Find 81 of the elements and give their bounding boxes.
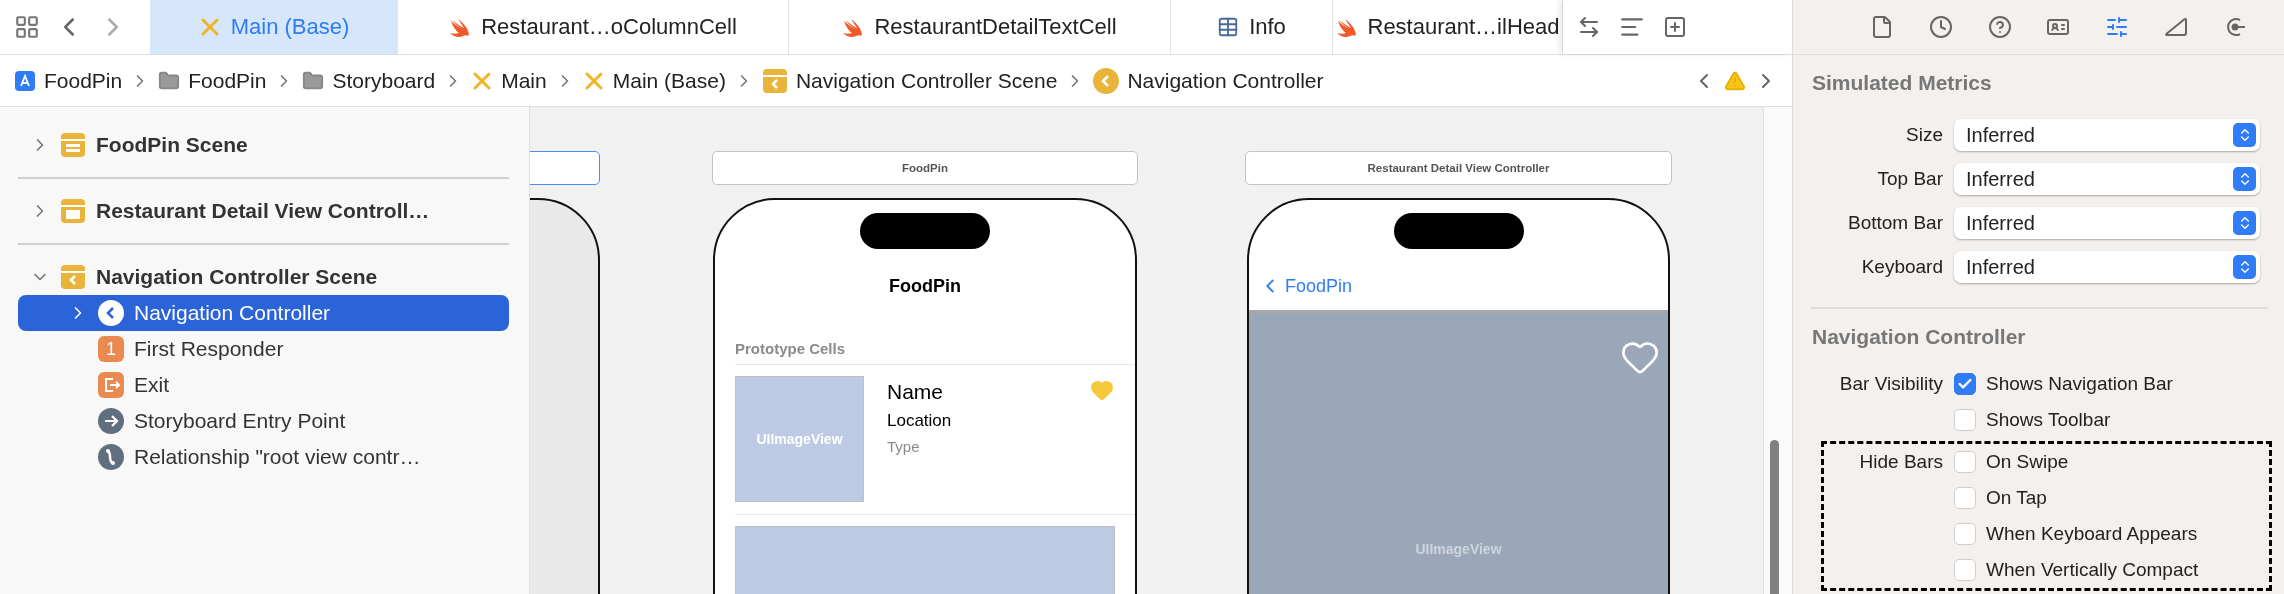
breadcrumb-item[interactable]: FoodPin xyxy=(14,68,123,93)
field-label: Bottom Bar xyxy=(1846,212,1944,234)
bird-icon xyxy=(449,17,472,37)
section-header: Prototype Cells xyxy=(735,340,846,357)
clapperboard-icon xyxy=(60,198,86,224)
app-icon xyxy=(14,69,36,92)
field-label: Top Bar xyxy=(1876,168,1944,190)
checkbox[interactable] xyxy=(1954,409,1976,431)
nav-title: FoodPin xyxy=(888,276,962,297)
scene-label[interactable]: Restaurant Detail View Controller xyxy=(1245,151,1672,185)
checkbox-label: Shows Navigation Bar xyxy=(1986,373,2173,395)
breadcrumb-item[interactable]: Navigation Controller Scene xyxy=(761,67,1058,94)
outline-item[interactable]: Navigation Controller Scene xyxy=(18,259,509,295)
checkbox[interactable] xyxy=(1954,451,1976,473)
editor-tab[interactable]: Restaurant…oColumnCell xyxy=(398,0,789,54)
outline-item[interactable]: Storyboard Entry Point xyxy=(18,403,509,439)
breadcrumb-item[interactable]: Main (Base) xyxy=(582,68,726,93)
back-button[interactable]: FoodPin xyxy=(1259,275,1353,297)
checkbox[interactable] xyxy=(1954,487,1976,509)
popup-button[interactable]: Inferred xyxy=(1954,163,2260,195)
breadcrumb-item[interactable]: Navigation Controller xyxy=(1093,67,1324,94)
outline-item[interactable]: Navigation Controller xyxy=(18,295,509,331)
clapperboard-icon xyxy=(761,67,788,94)
clapperboard-icon xyxy=(60,132,86,158)
checkbox-label: When Keyboard Appears xyxy=(1986,523,2198,545)
back-chevron-icon xyxy=(1093,67,1120,94)
ruler-triangle-icon xyxy=(2163,15,2188,39)
inspector-tab[interactable] xyxy=(2163,15,2188,39)
checkbox-label: Shows Toolbar xyxy=(1986,409,2111,431)
popup-button[interactable]: Inferred xyxy=(1954,119,2260,151)
image-view: UIImageView xyxy=(735,376,864,502)
help-icon xyxy=(1987,15,2012,39)
cell-detail: Type xyxy=(887,438,920,455)
breadcrumb-item[interactable]: Storyboard xyxy=(302,68,436,93)
inspector-tab[interactable] xyxy=(2105,15,2130,39)
checkbox-label: On Swipe xyxy=(1986,451,2069,473)
outline-item[interactable]: Relationship "root view contr… xyxy=(18,439,509,475)
section-title: Navigation Controller xyxy=(1811,324,2027,350)
outline-item[interactable]: FoodPin Scene xyxy=(18,127,509,163)
sliders-icon xyxy=(2105,15,2130,39)
link-icon xyxy=(98,444,124,470)
group-label: Hide Bars xyxy=(1858,451,1944,473)
group-label: Bar Visibility xyxy=(1838,373,1944,395)
warning-icon xyxy=(1724,69,1746,92)
checkbox[interactable] xyxy=(1954,559,1976,581)
add-editor-icon xyxy=(1663,15,1687,39)
folder-icon xyxy=(302,69,325,92)
editor-tab[interactable]: Info xyxy=(1171,0,1333,54)
bird-icon xyxy=(842,17,865,37)
swap-icon xyxy=(1577,15,1601,39)
clapperboard-icon xyxy=(60,264,86,290)
responder-icon: 1 xyxy=(98,336,124,362)
inspector-tab[interactable] xyxy=(1987,15,2012,39)
field-label: Keyboard xyxy=(1860,256,1944,278)
checkbox[interactable] xyxy=(1954,373,1976,395)
popup-button[interactable]: Inferred xyxy=(1954,207,2260,239)
inspector-tab[interactable] xyxy=(1929,15,1954,39)
scene-label[interactable]: FoodPin xyxy=(712,151,1138,185)
grid-icon xyxy=(14,14,40,40)
checkbox-label: On Tap xyxy=(1986,487,2047,509)
exit-icon xyxy=(98,372,124,398)
back-chevron-icon xyxy=(98,300,124,326)
editor-tab[interactable]: Restaurant…ilHead xyxy=(1333,0,1563,54)
popup-button[interactable]: Inferred xyxy=(1954,251,2260,283)
outline-item[interactable]: Restaurant Detail View Controll… xyxy=(18,193,509,229)
checkbox[interactable] xyxy=(1954,523,1976,545)
breadcrumb-item[interactable]: FoodPin xyxy=(158,68,267,93)
outline-item[interactable]: Exit xyxy=(18,367,509,403)
bird-icon xyxy=(1335,17,1358,37)
table-icon xyxy=(1217,16,1240,38)
clock-icon xyxy=(1929,15,1954,39)
field-label: Size xyxy=(1905,124,1944,146)
outline-item[interactable]: 1 First Responder xyxy=(18,331,509,367)
editor-tab[interactable]: RestaurantDetailTextCell xyxy=(789,0,1171,54)
section-title: Simulated Metrics xyxy=(1811,70,1993,96)
folder-icon xyxy=(158,69,181,92)
scrollbar[interactable] xyxy=(1770,440,1779,594)
breadcrumb-item[interactable]: Main xyxy=(471,68,547,93)
cell-subtitle: Location xyxy=(887,411,952,431)
checkbox-label: When Vertically Compact xyxy=(1986,559,2199,581)
cell-title: Name xyxy=(887,380,944,404)
